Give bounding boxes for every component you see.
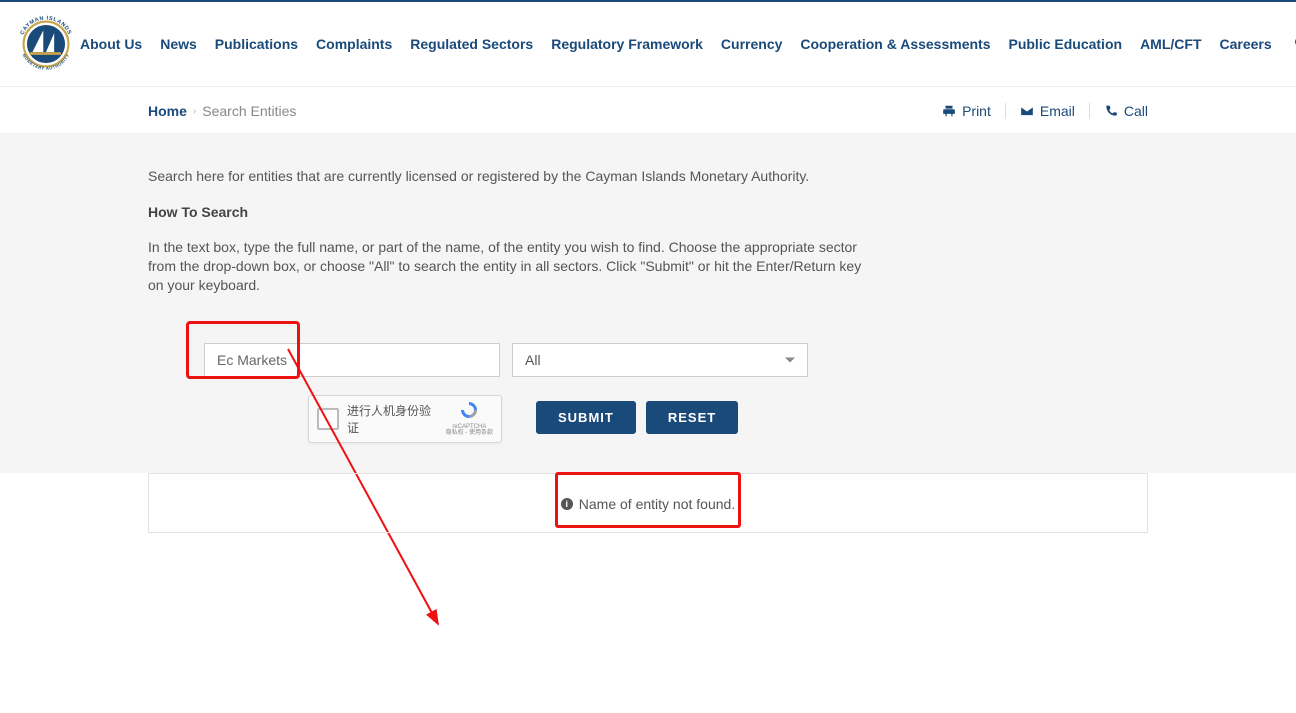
email-icon [1020,104,1034,118]
nav-regulated-sectors[interactable]: Regulated Sectors [410,36,533,52]
nav-careers[interactable]: Careers [1220,36,1272,52]
phone-icon [1104,104,1118,118]
nav-aml-cft[interactable]: AML/CFT [1140,36,1201,52]
form-buttons: SUBMIT RESET [536,401,738,434]
howto-text: In the text box, type the full name, or … [148,238,868,295]
info-icon: i [561,498,573,510]
nav-complaints[interactable]: Complaints [316,36,392,52]
email-action[interactable]: Email [1020,103,1075,119]
recaptcha-logo: reCAPTCHA 隐私权 - 使用条款 [446,400,493,437]
print-icon [942,104,956,118]
nav-news[interactable]: News [160,36,197,52]
nav-publications[interactable]: Publications [215,36,298,52]
separator [1005,103,1006,119]
logo[interactable]: CAYMAN ISLANDS MONETARY AUTHORITY [12,10,80,78]
recaptcha-terms: 隐私权 - 使用条款 [446,430,493,437]
nav: About Us News Publications Complaints Re… [80,27,1296,61]
howto-title: How To Search [148,204,1148,220]
nav-about-us[interactable]: About Us [80,36,142,52]
reset-button[interactable]: RESET [646,401,738,434]
result-message: Name of entity not found. [579,496,735,512]
recaptcha-icon [459,400,479,420]
sector-select[interactable]: All [512,343,808,377]
page-actions: Print Email Call [942,103,1148,119]
separator [1089,103,1090,119]
print-label: Print [962,103,991,119]
recaptcha-checkbox[interactable] [317,408,339,430]
email-label: Email [1040,103,1075,119]
caret-down-icon [785,357,795,362]
breadcrumb-home[interactable]: Home [148,103,187,119]
call-action[interactable]: Call [1104,103,1148,119]
print-action[interactable]: Print [942,103,991,119]
search-button[interactable] [1290,32,1296,57]
recaptcha-label: 进行人机身份验证 [347,402,438,436]
submit-button[interactable]: SUBMIT [536,401,636,434]
result-box: i Name of entity not found. [148,473,1148,533]
header: CAYMAN ISLANDS MONETARY AUTHORITY About … [0,2,1296,87]
nav-currency[interactable]: Currency [721,36,782,52]
sector-select-value: All [525,352,541,368]
nav-regulatory-framework[interactable]: Regulatory Framework [551,36,703,52]
entity-name-input[interactable] [204,343,500,377]
main-area: Search here for entities that are curren… [0,133,1296,473]
breadcrumb: Home › Search Entities [148,103,296,119]
logo-icon: CAYMAN ISLANDS MONETARY AUTHORITY [12,10,80,78]
result-area: i Name of entity not found. [0,473,1296,533]
search-form-row2: 进行人机身份验证 reCAPTCHA 隐私权 - 使用条款 SUBMIT RES… [308,395,1148,443]
chevron-right-icon: › [193,106,196,117]
search-form-row: All [204,343,1148,377]
intro-text: Search here for entities that are curren… [148,168,1148,184]
page-bar: Home › Search Entities Print Email Call [148,87,1148,133]
entity-input-wrap [204,343,500,377]
breadcrumb-current: Search Entities [202,103,296,119]
call-label: Call [1124,103,1148,119]
nav-public-education[interactable]: Public Education [1008,36,1122,52]
recaptcha[interactable]: 进行人机身份验证 reCAPTCHA 隐私权 - 使用条款 [308,395,502,443]
nav-cooperation-assessments[interactable]: Cooperation & Assessments [800,36,990,52]
main-content: Search here for entities that are curren… [148,134,1148,473]
